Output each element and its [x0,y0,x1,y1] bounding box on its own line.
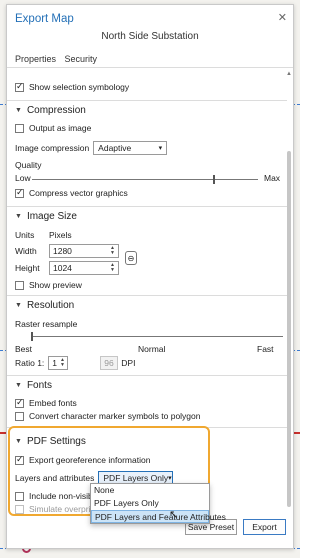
width-row: Width 1280 ▲ ▼ [15,244,119,258]
raster-resample-label: Raster resample [15,319,78,329]
quality-low-label: Low [15,173,31,183]
image-size-section-header[interactable]: ▼ Image Size [15,211,77,222]
chevron-down-icon: ▼ [15,302,22,309]
checkbox-icon[interactable] [15,397,24,408]
pane-scrollbar[interactable]: ▲ [286,71,292,511]
height-row: Height 1024 ▲ ▼ [15,261,119,275]
dpi-input: 96 [100,356,119,370]
section-title: Resolution [26,300,75,311]
field-label: Height [15,263,40,273]
scrollbar-thumb[interactable] [287,151,291,507]
dropdown-option-layers-only[interactable]: PDF Layers Only [91,497,209,510]
tab-properties[interactable]: Properties [15,54,56,64]
field-label: Width [15,246,37,256]
input-value: 96 [104,358,114,368]
field-label: Image compression [15,143,90,153]
select-value: Adaptive [98,143,132,153]
checkbox-label: Embed fonts [29,398,77,408]
divider [7,295,287,296]
show-selection-checkbox[interactable]: Show selection symbology [15,81,130,92]
divider [7,100,287,101]
units-value: Pixels [49,230,72,240]
image-compression-row: Image compression Adaptive ▾ [15,141,168,155]
quality-slider-track[interactable] [32,179,258,180]
show-preview-checkbox[interactable]: Show preview [15,280,82,290]
image-compression-select[interactable]: Adaptive ▾ [93,141,168,155]
convert-markers-checkbox[interactable]: Convert character marker symbols to poly… [15,411,201,421]
width-input[interactable]: 1280 ▲ ▼ [49,244,119,258]
checkbox-label: Convert character marker symbols to poly… [29,411,201,421]
chevron-down-icon: ▼ [15,213,22,220]
compression-section-header[interactable]: ▼ Compression [15,105,86,116]
section-title: Compression [26,105,86,116]
compress-vector-checkbox[interactable]: Compress vector graphics [15,187,128,198]
chevron-down-icon: ▾ [158,145,163,152]
dropdown-option-none[interactable]: None [91,484,209,497]
divider [7,375,287,376]
checkbox-label: Output as image [29,123,92,133]
quality-label: Quality [15,160,42,170]
field-label: Ratio 1: [15,358,45,368]
layer-name: North Side Substation [101,31,199,42]
quality-slider-thumb[interactable] [212,175,215,184]
resample-normal-label: Normal [138,344,166,354]
dropdown-option-layers-and-attributes[interactable]: PDF Layers and Feature Attributes [91,510,226,523]
quality-max-label: Max [264,173,281,183]
checkbox-icon[interactable] [15,123,24,133]
chevron-down-icon: ▼ [15,382,22,389]
ratio-input[interactable]: 1 ▲ ▼ [48,356,69,370]
spinner-icon[interactable]: ▲ ▼ [60,358,65,368]
checkbox-label: Compress vector graphics [29,188,128,198]
resample-best-label: Best [15,344,33,354]
cursor-icon: ↖ [169,509,179,521]
link-icon[interactable]: ⊖ [125,251,137,265]
embed-fonts-checkbox[interactable]: Embed fonts [15,397,77,408]
export-button[interactable]: Export [243,519,286,535]
checkbox-icon[interactable] [15,187,24,198]
divider [7,67,293,68]
section-title: Fonts [26,380,52,391]
fonts-section-header[interactable]: ▼ Fonts [15,380,52,391]
input-value: 1 [52,358,58,368]
checkbox-icon[interactable] [15,280,24,290]
checkbox-icon[interactable] [15,81,24,92]
resample-fast-label: Fast [257,344,274,354]
checkbox-label: Show preview [29,280,82,290]
tab-bar: Properties Security [15,54,103,64]
resample-slider-track[interactable] [31,336,283,337]
section-title: Image Size [26,211,77,222]
output-as-image-checkbox[interactable]: Output as image [15,123,91,133]
chevron-up-icon[interactable]: ▲ [286,71,292,77]
spinner-icon[interactable]: ▲ ▼ [110,246,115,256]
units-label: Units [15,230,35,240]
pane-title: Export Map [15,13,74,25]
resolution-section-header[interactable]: ▼ Resolution [15,300,74,311]
checkbox-icon[interactable] [15,411,24,421]
ratio-row: Ratio 1: 1 ▲ ▼ 96 DPI [15,356,135,370]
chevron-down-icon: ▼ [15,107,22,114]
layers-attributes-dropdown[interactable]: None PDF Layers Only PDF Layers and Feat… [90,483,226,524]
tab-security[interactable]: Security [65,54,98,64]
spinner-icon[interactable]: ▲ ▼ [110,263,115,273]
height-input[interactable]: 1024 ▲ ▼ [49,261,119,275]
close-icon[interactable]: ✕ [278,11,287,24]
resample-slider-thumb[interactable] [31,332,33,341]
input-value: 1024 [53,263,72,273]
input-value: 1280 [53,246,72,256]
divider [7,206,287,207]
checkbox-label: Show selection symbology [29,82,130,92]
dpi-label: DPI [121,358,136,368]
